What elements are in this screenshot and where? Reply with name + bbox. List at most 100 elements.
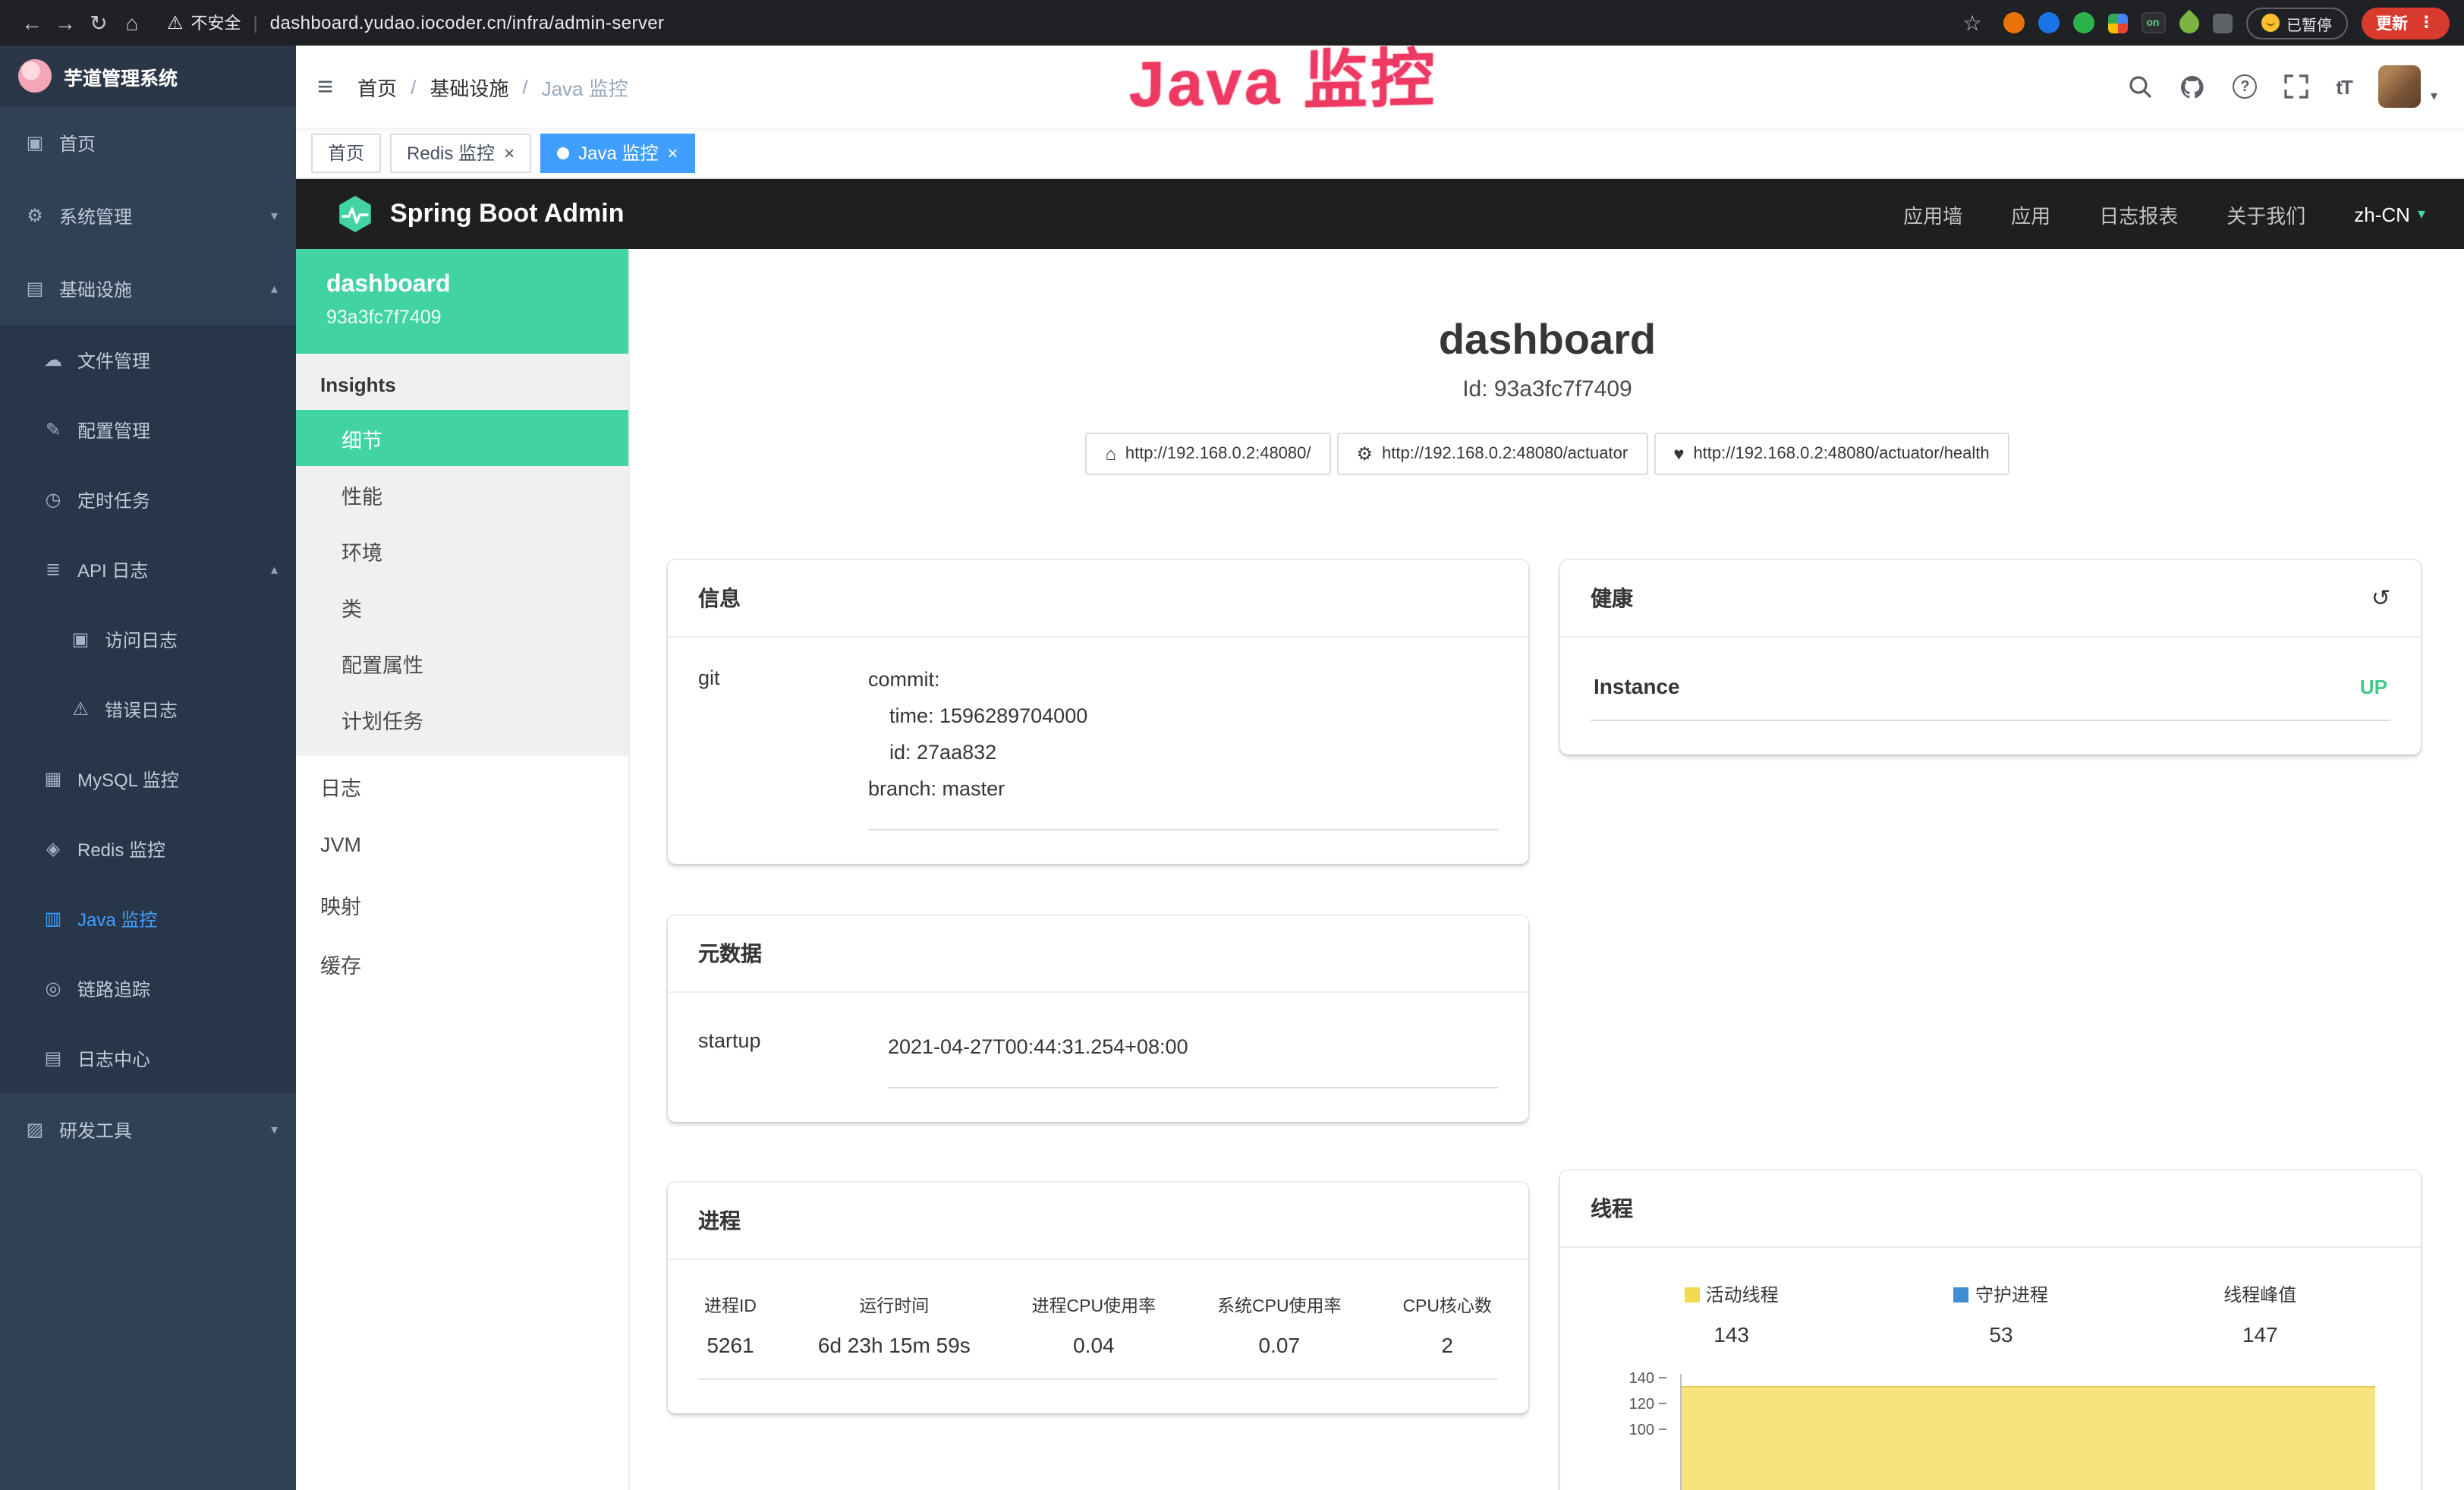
close-icon[interactable]: × (504, 142, 515, 163)
user-avatar[interactable] (2379, 65, 2422, 108)
sidebar-item-log-center[interactable]: ▤ 日志中心 (0, 1023, 296, 1093)
sidebar-item-java[interactable]: ▥ Java 监控 (0, 884, 296, 953)
health-card-header: 健康 ↺ (1560, 560, 2421, 638)
process-col-cores: CPU核心数 2 (1402, 1287, 1492, 1378)
sba-item-env[interactable]: 环境 (296, 522, 628, 578)
process-col-process-cpu: 进程CPU使用率 0.04 (1032, 1287, 1156, 1378)
sidebar-item-access-log[interactable]: ▣ 访问日志 (0, 604, 296, 674)
sidebar-item-redis[interactable]: ◈ Redis 监控 (0, 814, 296, 884)
sidebar-item-mysql[interactable]: ▦ MySQL 监控 (0, 744, 296, 814)
security-warning[interactable]: ⚠ 不安全 (167, 11, 241, 35)
tab-redis[interactable]: Redis 监控 × (390, 133, 531, 172)
sidebar-item-home[interactable]: ▣ 首页 (0, 106, 296, 179)
process-col-pid: 进程ID 5261 (704, 1287, 757, 1378)
browser-menu-icon[interactable]: ⋮ (2418, 14, 2434, 32)
help-icon[interactable]: ? (2233, 74, 2257, 99)
sidebar-item-dev-tools[interactable]: ▨ 研发工具 ▾ (0, 1093, 296, 1166)
list-icon: ≣ (42, 559, 64, 580)
sba-brand[interactable]: Spring Boot Admin (335, 194, 625, 234)
github-icon[interactable] (2179, 74, 2205, 99)
app-logo[interactable]: 芋道管理系统 (0, 46, 296, 106)
timer-icon: ◷ (42, 489, 64, 510)
sidebar-label: 链路追踪 (77, 975, 150, 1001)
extensions-puzzle-icon[interactable] (2212, 13, 2232, 33)
locale-select[interactable]: zh-CN ▾ (2354, 203, 2425, 225)
actuator-url-button[interactable]: ⚙ http://192.168.0.2:48080/actuator (1337, 433, 1648, 475)
page-title: dashboard (630, 316, 2464, 364)
instance-links: ⌂ http://192.168.0.2:48080/ ⚙ http://192… (630, 433, 2464, 475)
metadata-row-value: 2021-04-27T00:44:31.254+08:00 (888, 1017, 1498, 1088)
sba-nav-applications[interactable]: 应用 (2011, 200, 2050, 228)
health-url-button[interactable]: ♥ http://192.168.0.2:48080/actuator/heal… (1654, 433, 2009, 475)
sidebar-item-api-log[interactable]: ≣ API 日志 ▴ (0, 534, 296, 604)
sba-item-caches[interactable]: 缓存 (296, 934, 628, 993)
bookmark-star-icon[interactable]: ☆ (1956, 10, 1989, 36)
admin-menu: ▣ 首页 ⚙ 系统管理 ▾ ▤ 基础设施 ▴ ☁ 文件管理 (0, 106, 296, 1166)
instance-name: dashboard (326, 272, 598, 299)
logo-avatar (18, 59, 52, 93)
sba-item-details[interactable]: 细节 (296, 410, 628, 466)
sba-nav-wallboard[interactable]: 应用墙 (1903, 200, 1962, 228)
extension-icon-orange[interactable] (2003, 12, 2024, 33)
fullscreen-icon[interactable] (2284, 74, 2308, 99)
wrench-icon: ⚙ (1357, 443, 1374, 465)
sba-item-logs[interactable]: 日志 (296, 756, 628, 815)
update-button[interactable]: 更新 ⋮ (2361, 7, 2450, 39)
instance-header[interactable]: dashboard 93a3fc7f7409 (296, 249, 628, 354)
monitor-icon: ▤ (24, 278, 46, 299)
threads-card-title: 线程 (1560, 1170, 2421, 1248)
screen: ← → ↻ ⌂ ⚠ 不安全 | dashboard.yudao.iocoder.… (0, 0, 2464, 1490)
reload-icon[interactable]: ↻ (82, 10, 115, 36)
sidebar-item-file[interactable]: ☁ 文件管理 (0, 325, 296, 395)
sba-item-jvm[interactable]: JVM (296, 815, 628, 874)
search-icon[interactable] (2128, 74, 2152, 99)
extension-icon-blue-drop[interactable] (2038, 12, 2059, 33)
sba-item-classes[interactable]: 类 (296, 578, 628, 635)
sba-item-configprops[interactable]: 配置属性 (296, 635, 628, 691)
paused-badge[interactable]: 已暂停 (2245, 7, 2347, 39)
sidebar-item-trace[interactable]: ◎ 链路追踪 (0, 953, 296, 1023)
browser-home-icon[interactable]: ⌂ (115, 11, 149, 35)
insights-group-title: Insights (296, 354, 628, 410)
log-icon: ▤ (42, 1047, 64, 1069)
sidebar-item-error-log[interactable]: ⚠ 错误日志 (0, 674, 296, 744)
metadata-card: 元数据 startup 2021-04-27T00:44:31.254+08:0… (668, 915, 1528, 1122)
address-bar[interactable]: ⚠ 不安全 | dashboard.yudao.iocoder.cn/infra… (167, 11, 1956, 35)
extension-icon-on-badge[interactable]: on (2141, 12, 2165, 33)
tab-java[interactable]: Java 监控 × (540, 133, 694, 172)
sba-item-mappings[interactable]: 映射 (296, 874, 628, 934)
extension-icon-grid[interactable] (2107, 13, 2127, 33)
tab-label: 首页 (328, 140, 364, 165)
extension-icon-green[interactable] (2072, 12, 2094, 33)
sba-sidebar: dashboard 93a3fc7f7409 Insights 细节 性能 环境… (296, 249, 630, 1490)
extension-icon-leaf[interactable] (2175, 9, 2203, 37)
sba-brand-title: Spring Boot Admin (390, 199, 625, 229)
sba-nav-journal[interactable]: 日志报表 (2099, 200, 2178, 228)
sba-nav-about[interactable]: 关于我们 (2226, 200, 2305, 228)
back-icon[interactable]: ← (15, 11, 49, 35)
url-text[interactable]: dashboard.yudao.iocoder.cn/infra/admin-s… (270, 12, 665, 33)
forward-icon[interactable]: → (49, 11, 82, 35)
redis-icon: ◈ (42, 838, 64, 859)
sidebar-item-job[interactable]: ◷ 定时任务 (0, 465, 296, 534)
service-url-button[interactable]: ⌂ http://192.168.0.2:48080/ (1085, 433, 1330, 475)
breadcrumb-home[interactable]: 首页 (357, 72, 397, 101)
font-size-icon[interactable]: tT (2336, 75, 2352, 98)
sidebar-item-system[interactable]: ⚙ 系统管理 ▾ (0, 179, 296, 252)
sidebar-item-infra[interactable]: ▤ 基础设施 ▴ (0, 252, 296, 325)
breadcrumb: 首页 / 基础设施 / Java 监控 (357, 72, 628, 101)
legend-peak-threads: 线程峰值 147 (2223, 1275, 2296, 1347)
sba-item-metrics[interactable]: 性能 (296, 466, 628, 522)
cloud-icon: ☁ (42, 349, 64, 370)
hamburger-icon[interactable]: ≡ (317, 71, 333, 102)
tags-view-bar: 首页 Redis 监控 × Java 监控 × (296, 128, 2464, 179)
sba-item-scheduled[interactable]: 计划任务 (296, 691, 628, 747)
sba-navbar: Spring Boot Admin 应用墙 应用 日志报表 关于我们 zh-CN… (296, 179, 2464, 249)
sidebar-item-config[interactable]: ✎ 配置管理 (0, 395, 296, 465)
breadcrumb-infra[interactable]: 基础设施 (430, 72, 508, 101)
chevron-down-icon: ▾ (2418, 206, 2425, 222)
close-icon[interactable]: × (667, 142, 678, 163)
history-icon[interactable]: ↺ (2371, 584, 2390, 612)
sidebar-label: 配置管理 (77, 417, 150, 443)
tab-home[interactable]: 首页 (311, 133, 381, 172)
